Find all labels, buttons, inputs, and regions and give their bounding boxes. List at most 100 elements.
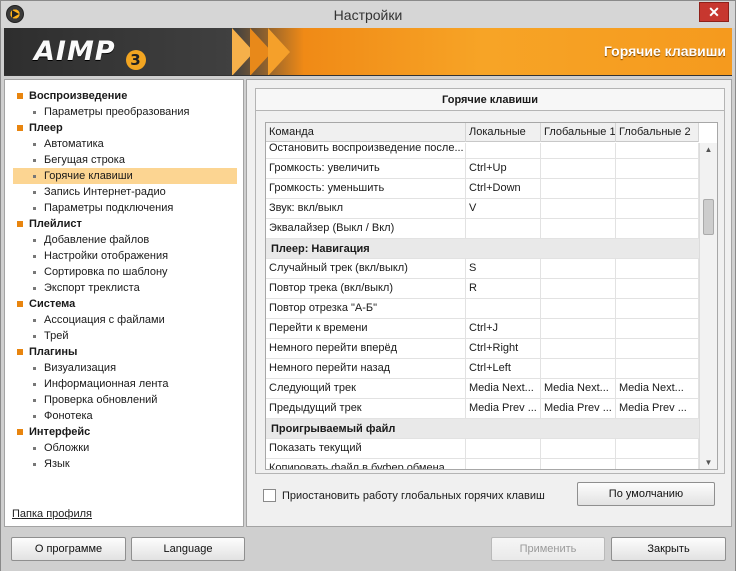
table-row[interactable]: Немного перейти вперёд Ctrl+Right <box>266 339 699 359</box>
global-1-hotkey-cell[interactable] <box>541 319 616 339</box>
global-2-hotkey-cell[interactable] <box>616 339 699 359</box>
global-1-hotkey-cell[interactable]: Media Prev ... <box>541 399 616 419</box>
sidebar-item[interactable]: Параметры преобразования <box>5 104 237 120</box>
local-hotkey-cell[interactable]: Media Next... <box>466 379 541 399</box>
about-button[interactable]: О программе <box>11 537 126 561</box>
sidebar-item[interactable]: Ассоциация с файлами <box>5 312 237 328</box>
global-2-hotkey-cell[interactable]: Media Prev ... <box>616 399 699 419</box>
global-1-hotkey-cell[interactable] <box>541 259 616 279</box>
table-row[interactable]: Предыдущий трек Media Prev ... Media Prev … <box>266 399 699 419</box>
column-header-command[interactable]: Команда <box>266 123 466 142</box>
column-header-global-1[interactable]: Глобальные 1 <box>541 123 616 142</box>
sidebar-category[interactable]: Интерфейс <box>5 424 237 440</box>
local-hotkey-cell[interactable]: Ctrl+Left <box>466 359 541 379</box>
sidebar-item[interactable]: Запись Интернет-радио <box>5 184 237 200</box>
table-row[interactable]: Громкость: уменьшить Ctrl+Down <box>266 179 699 199</box>
global-1-hotkey-cell[interactable]: Media Next... <box>541 379 616 399</box>
local-hotkey-cell[interactable] <box>466 219 541 239</box>
table-group-row[interactable]: Плеер: Навигация <box>266 239 699 259</box>
global-2-hotkey-cell[interactable] <box>616 219 699 239</box>
global-1-hotkey-cell[interactable] <box>541 439 616 459</box>
profile-folder-link[interactable]: Папка профиля <box>12 508 92 520</box>
global-1-hotkey-cell[interactable] <box>541 459 616 469</box>
sidebar-category[interactable]: Плейлист <box>5 216 237 232</box>
sidebar-item[interactable]: Параметры подключения <box>5 200 237 216</box>
global-2-hotkey-cell[interactable] <box>616 359 699 379</box>
sidebar-category[interactable]: Система <box>5 296 237 312</box>
sidebar-item[interactable]: Добавление файлов <box>5 232 237 248</box>
sidebar-item[interactable]: Информационная лента <box>5 376 237 392</box>
table-row[interactable]: Случайный трек (вкл/выкл) S <box>266 259 699 279</box>
sidebar-item[interactable]: Бегущая строка <box>5 152 237 168</box>
local-hotkey-cell[interactable] <box>466 143 541 159</box>
local-hotkey-cell[interactable] <box>466 459 541 469</box>
sidebar-item[interactable]: Трей <box>5 328 237 344</box>
global-2-hotkey-cell[interactable] <box>616 199 699 219</box>
table-group-row[interactable]: Проигрываемый файл <box>266 419 699 439</box>
local-hotkey-cell[interactable]: R <box>466 279 541 299</box>
sidebar-item[interactable]: Автоматика <box>5 136 237 152</box>
table-row[interactable]: Повтор отрезка "А-Б" <box>266 299 699 319</box>
sidebar-item[interactable]: Язык <box>5 456 237 472</box>
table-row[interactable]: Повтор трека (вкл/выкл) R <box>266 279 699 299</box>
global-1-hotkey-cell[interactable] <box>541 143 616 159</box>
scroll-up-icon[interactable]: ▲ <box>700 143 717 157</box>
scroll-down-icon[interactable]: ▼ <box>700 456 717 469</box>
apply-button[interactable]: Применить <box>491 537 605 561</box>
global-1-hotkey-cell[interactable] <box>541 359 616 379</box>
local-hotkey-cell[interactable] <box>466 439 541 459</box>
sidebar-item[interactable]: Фонотека <box>5 408 237 424</box>
local-hotkey-cell[interactable]: Media Prev ... <box>466 399 541 419</box>
table-row[interactable]: Следующий трек Media Next... Media Next...… <box>266 379 699 399</box>
global-1-hotkey-cell[interactable] <box>541 159 616 179</box>
table-scrollbar[interactable]: ▲ ▼ <box>699 143 717 469</box>
column-header-local[interactable]: Локальные <box>466 123 541 142</box>
global-2-hotkey-cell[interactable] <box>616 259 699 279</box>
global-2-hotkey-cell[interactable] <box>616 439 699 459</box>
column-header-global-2[interactable]: Глобальные 2 <box>616 123 699 142</box>
local-hotkey-cell[interactable]: Ctrl+Up <box>466 159 541 179</box>
local-hotkey-cell[interactable]: V <box>466 199 541 219</box>
global-1-hotkey-cell[interactable] <box>541 219 616 239</box>
global-1-hotkey-cell[interactable] <box>541 179 616 199</box>
sidebar-category[interactable]: Плагины <box>5 344 237 360</box>
global-1-hotkey-cell[interactable] <box>541 339 616 359</box>
global-2-hotkey-cell[interactable] <box>616 459 699 469</box>
table-row[interactable]: Громкость: увеличить Ctrl+Up <box>266 159 699 179</box>
table-row[interactable]: Остановить воспроизведение после... <box>266 143 699 159</box>
global-2-hotkey-cell[interactable] <box>616 319 699 339</box>
global-2-hotkey-cell[interactable] <box>616 143 699 159</box>
global-2-hotkey-cell[interactable] <box>616 279 699 299</box>
global-1-hotkey-cell[interactable] <box>541 199 616 219</box>
local-hotkey-cell[interactable]: Ctrl+J <box>466 319 541 339</box>
suspend-global-hotkeys-label[interactable]: Приостановить работу глобальных горячих … <box>282 489 545 503</box>
local-hotkey-cell[interactable]: Ctrl+Right <box>466 339 541 359</box>
sidebar-item[interactable]: Экспорт треклиста <box>5 280 237 296</box>
table-row[interactable]: Перейти к времени Ctrl+J <box>266 319 699 339</box>
window-close-button[interactable]: ✕ <box>699 2 729 22</box>
table-row[interactable]: Копировать файл в буфер обмена <box>266 459 699 469</box>
global-2-hotkey-cell[interactable]: Media Next... <box>616 379 699 399</box>
table-row[interactable]: Показать текущий <box>266 439 699 459</box>
suspend-global-hotkeys-checkbox[interactable] <box>263 489 276 502</box>
global-2-hotkey-cell[interactable] <box>616 159 699 179</box>
language-button[interactable]: Language <box>131 537 245 561</box>
sidebar-item[interactable]: Обложки <box>5 440 237 456</box>
sidebar-item[interactable]: Проверка обновлений <box>5 392 237 408</box>
global-1-hotkey-cell[interactable] <box>541 279 616 299</box>
sidebar-category[interactable]: Воспроизведение <box>5 88 237 104</box>
local-hotkey-cell[interactable]: S <box>466 259 541 279</box>
sidebar-item[interactable]: Горячие клавиши <box>13 168 237 184</box>
close-button[interactable]: Закрыть <box>611 537 726 561</box>
global-2-hotkey-cell[interactable] <box>616 299 699 319</box>
local-hotkey-cell[interactable]: Ctrl+Down <box>466 179 541 199</box>
table-row[interactable]: Эквалайзер (Выкл / Вкл) <box>266 219 699 239</box>
local-hotkey-cell[interactable] <box>466 299 541 319</box>
sidebar-item[interactable]: Сортировка по шаблону <box>5 264 237 280</box>
sidebar-item[interactable]: Настройки отображения <box>5 248 237 264</box>
table-row[interactable]: Звук: вкл/выкл V <box>266 199 699 219</box>
restore-defaults-button[interactable]: По умолчанию <box>577 482 715 506</box>
sidebar-item[interactable]: Визуализация <box>5 360 237 376</box>
sidebar-category[interactable]: Плеер <box>5 120 237 136</box>
global-2-hotkey-cell[interactable] <box>616 179 699 199</box>
